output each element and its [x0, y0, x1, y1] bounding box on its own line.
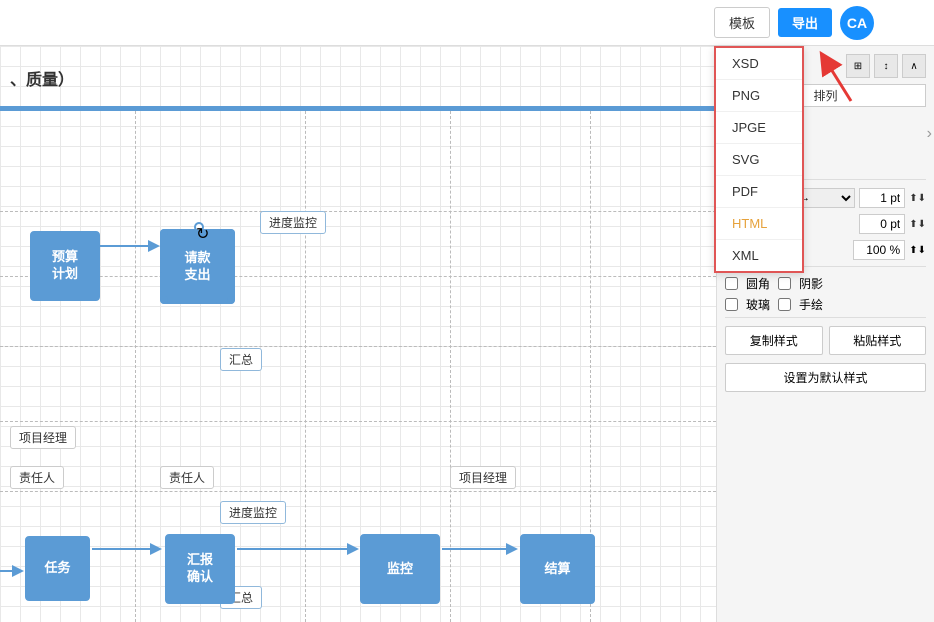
row-label-zrr2: 责任人	[160, 466, 214, 489]
node-huibao[interactable]: 汇报确认	[165, 534, 235, 604]
export-dropdown: XSD PNG JPGE SVG PDF HTML XML	[714, 46, 804, 273]
round-corner-label: 圆角	[746, 275, 770, 292]
arrow-jiankong-jiesuan	[442, 534, 524, 564]
arrow-left-renwu	[0, 556, 28, 586]
opacity-spinner[interactable]: ⬆⬇	[909, 245, 926, 256]
export-pdf[interactable]: PDF	[716, 176, 802, 208]
arrow-renwu-huibao	[92, 534, 168, 564]
red-arrow-indicator	[816, 46, 866, 111]
round-corner-checkbox[interactable]	[725, 277, 738, 290]
label-huizong-top: 汇总	[220, 348, 262, 371]
export-html[interactable]: HTML	[716, 208, 802, 240]
export-png[interactable]: PNG	[716, 80, 802, 112]
row-divider-5	[0, 491, 716, 492]
toolbar: 模板 导出 CA	[0, 0, 934, 46]
canvas-inner: 、质量） 项目经理 责任人 预算计划 请款支出 ↻ 进度监控 汇总	[0, 46, 716, 622]
label-jindujiance-top: 进度监控	[260, 211, 326, 234]
row-label-zrr: 责任人	[10, 466, 64, 489]
chevron-right-icon[interactable]: ›	[927, 125, 932, 143]
shadow-checkbox[interactable]	[778, 277, 791, 290]
handdrawn-checkbox[interactable]	[778, 298, 791, 311]
spacing-spinner[interactable]: ⬆⬇	[909, 219, 926, 230]
arrow-huibao-jiankong	[237, 534, 365, 564]
row-label-xmjl: 项目经理	[10, 426, 76, 449]
export-xml[interactable]: XML	[716, 240, 802, 271]
checkbox-row-2: 玻璃 手绘	[725, 296, 926, 313]
avatar[interactable]: CA	[840, 6, 874, 40]
style-button-row: 复制样式 粘贴样式	[725, 326, 926, 355]
arrow-yusuan-qingkuan	[100, 231, 165, 261]
node-dot-br	[227, 296, 235, 304]
shadow-label: 阴影	[799, 275, 823, 292]
export-button[interactable]: 导出	[778, 8, 832, 37]
row-label-xmjl-right: 项目经理	[450, 466, 516, 489]
glass-label: 玻璃	[746, 296, 770, 313]
export-xsd[interactable]: XSD	[716, 48, 802, 80]
row-divider-3	[0, 346, 716, 347]
collapse-icon[interactable]: ∧	[902, 54, 926, 78]
export-jpge[interactable]: JPGE	[716, 112, 802, 144]
paste-style-button[interactable]: 粘贴样式	[829, 326, 927, 355]
set-default-style-button[interactable]: 设置为默认样式	[725, 363, 926, 392]
export-svg[interactable]: SVG	[716, 144, 802, 176]
node-dot-tr	[227, 229, 235, 237]
template-button[interactable]: 模板	[714, 7, 770, 38]
node-dot-bl	[160, 296, 168, 304]
stroke-width-input[interactable]	[859, 188, 905, 208]
node-yusuan[interactable]: 预算计划	[30, 231, 100, 301]
diagram-title: 、质量）	[10, 66, 74, 90]
node-jiesuan[interactable]: 结算	[520, 534, 595, 604]
swimlane-bar	[0, 106, 716, 111]
node-renwu[interactable]: 任务	[25, 536, 90, 601]
copy-style-button[interactable]: 复制样式	[725, 326, 823, 355]
canvas-area[interactable]: 、质量） 项目经理 责任人 预算计划 请款支出 ↻ 进度监控 汇总	[0, 46, 716, 622]
node-jiankong[interactable]: 监控	[360, 534, 440, 604]
glass-checkbox[interactable]	[725, 298, 738, 311]
label-jindujiance-bottom: 进度监控	[220, 501, 286, 524]
row-divider-1	[0, 211, 716, 212]
expand-icon[interactable]: ↕	[874, 54, 898, 78]
stroke-spinner[interactable]: ⬆⬇	[909, 193, 926, 204]
row-divider-2	[0, 276, 716, 277]
refresh-icon: ↻	[194, 222, 204, 232]
row-divider-4	[0, 421, 716, 422]
checkbox-row-1: 圆角 阴影	[725, 275, 926, 292]
opacity-input[interactable]	[853, 240, 905, 260]
handdrawn-label: 手绘	[799, 296, 823, 313]
spacing-input[interactable]	[859, 214, 905, 234]
